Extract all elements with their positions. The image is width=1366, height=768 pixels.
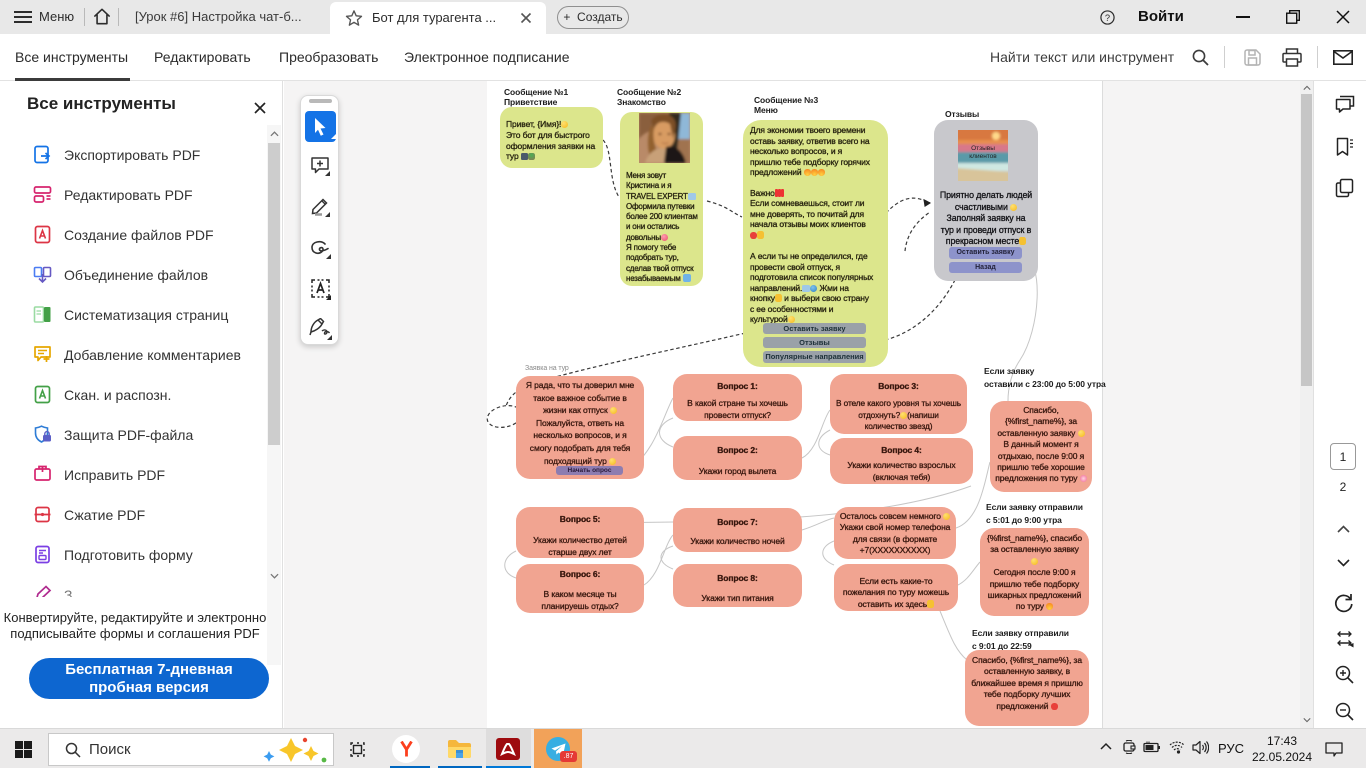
svg-text:клиентов: клиентов [969,153,997,160]
svg-text:Отзывы: Отзывы [971,145,995,152]
svg-text:?: ? [1105,13,1110,23]
